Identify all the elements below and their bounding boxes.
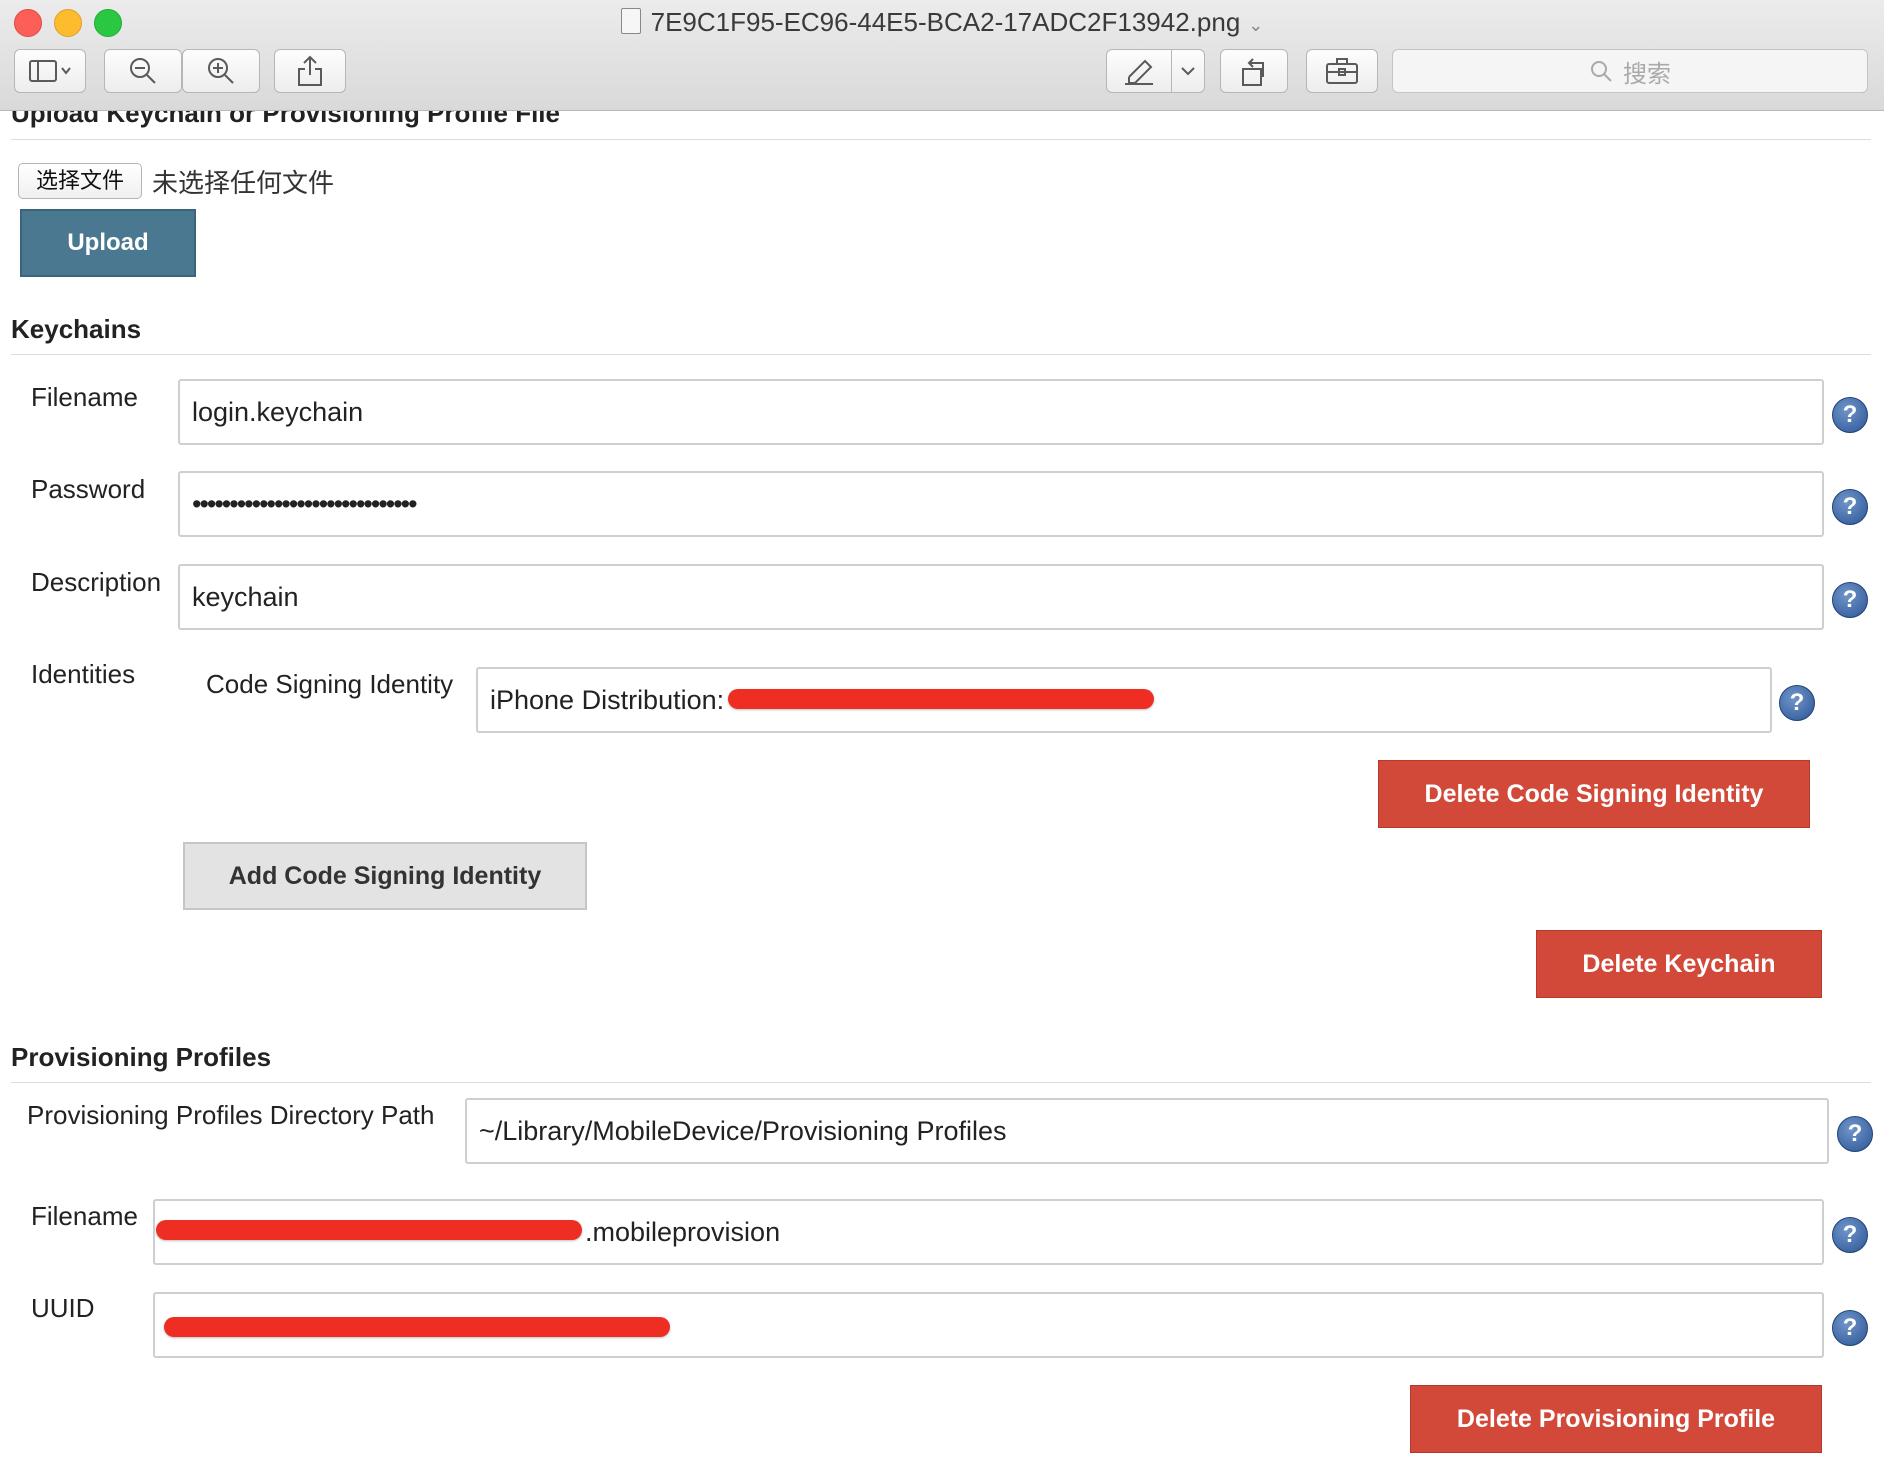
delete-code-signing-identity-button[interactable]: Delete Code Signing Identity (1378, 760, 1810, 828)
keychain-filename-input[interactable]: login.keychain (178, 379, 1824, 445)
code-signing-identity-label: Code Signing Identity (206, 669, 454, 699)
upload-section-title: Upload Keychain or Provisioning Profile … (11, 111, 560, 128)
chevron-down-icon: ⌄ (1248, 15, 1264, 35)
divider (11, 139, 1871, 140)
zoom-in-button[interactable] (182, 49, 260, 93)
profile-filename-label: Filename (31, 1201, 138, 1231)
help-icon[interactable]: ? (1832, 1310, 1868, 1346)
redaction-mark (164, 1317, 670, 1337)
divider (11, 354, 1871, 355)
zoom-out-icon (130, 58, 156, 84)
help-icon[interactable]: ? (1832, 489, 1868, 525)
keychain-password-label: Password (31, 474, 146, 504)
sidebar-icon (29, 60, 71, 82)
keychains-section-title: Keychains (11, 314, 142, 344)
redaction-mark (156, 1220, 582, 1240)
zoom-out-button[interactable] (104, 49, 182, 93)
profiles-directory-path-label: Provisioning Profiles Directory Path (27, 1100, 435, 1130)
markup-button[interactable] (1106, 49, 1172, 93)
search-input[interactable]: 搜索 (1392, 49, 1868, 93)
page-content: Upload Keychain or Provisioning Profile … (0, 111, 1884, 1476)
provisioning-profiles-section-title: Provisioning Profiles (11, 1042, 272, 1072)
profile-uuid-label: UUID (31, 1293, 95, 1323)
markup-menu-button[interactable] (1171, 49, 1205, 93)
window-title[interactable]: 7E9C1F95-EC96-44E5-BCA2-17ADC2F13942.png… (0, 7, 1884, 38)
window-titlebar: 7E9C1F95-EC96-44E5-BCA2-17ADC2F13942.png… (0, 0, 1884, 111)
zoom-in-icon (208, 58, 234, 84)
help-icon[interactable]: ? (1832, 397, 1868, 433)
profiles-directory-path-input[interactable]: ~/Library/MobileDevice/Provisioning Prof… (465, 1098, 1829, 1164)
image-file-icon (620, 8, 641, 34)
help-icon[interactable]: ? (1837, 1116, 1873, 1152)
help-icon[interactable]: ? (1832, 1217, 1868, 1253)
sidebar-toggle-button[interactable] (14, 49, 86, 93)
help-icon[interactable]: ? (1832, 582, 1868, 618)
rotate-button[interactable] (1220, 49, 1288, 93)
add-code-signing-identity-button[interactable]: Add Code Signing Identity (183, 842, 587, 910)
pen-icon (1125, 59, 1153, 85)
divider (11, 1082, 1871, 1083)
search-icon (1591, 61, 1612, 82)
identities-label: Identities (31, 659, 136, 689)
keychain-description-input[interactable]: keychain (178, 564, 1824, 630)
no-file-selected-text: 未选择任何文件 (152, 168, 335, 198)
toolbox-button[interactable] (1306, 49, 1378, 93)
delete-provisioning-profile-button[interactable]: Delete Provisioning Profile (1410, 1385, 1822, 1453)
choose-file-button[interactable]: 选择文件 (18, 163, 142, 199)
help-icon[interactable]: ? (1779, 685, 1815, 721)
keychain-password-input[interactable]: •••••••••••••••••••••••••••••• (178, 471, 1824, 537)
share-button[interactable] (274, 49, 346, 93)
toolbox-icon (1326, 58, 1358, 84)
redaction-mark (728, 689, 1154, 709)
keychain-filename-label: Filename (31, 382, 138, 412)
chevron-down-icon (1181, 67, 1195, 76)
share-icon (298, 55, 322, 86)
keychain-description-label: Description (31, 567, 162, 597)
upload-button[interactable]: Upload (20, 209, 196, 277)
search-placeholder: 搜索 (1623, 60, 1671, 88)
delete-keychain-button[interactable]: Delete Keychain (1536, 930, 1822, 998)
rotate-icon (1242, 58, 1264, 86)
